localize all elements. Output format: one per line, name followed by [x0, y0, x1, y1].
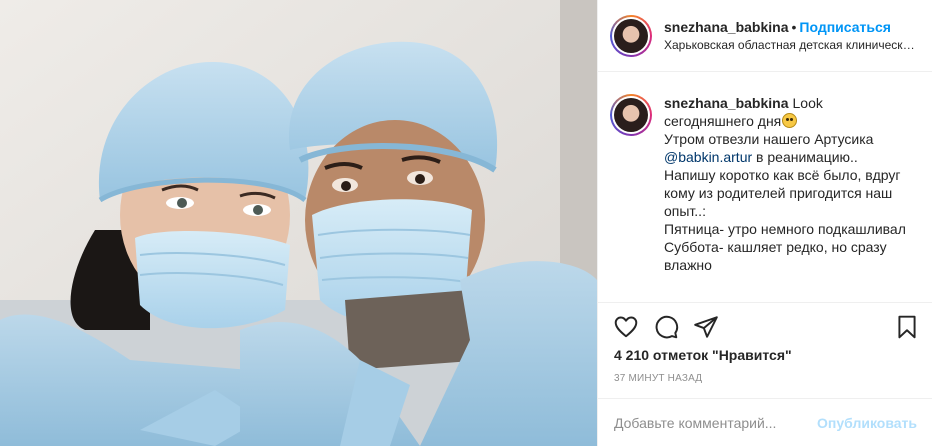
follow-button[interactable]: Подписаться: [799, 19, 891, 35]
post-caption: snezhana_babkina Look сегодняшнего дня Ут…: [664, 94, 916, 302]
comment-icon: [655, 315, 679, 338]
post-header: snezhana_babkina • Подписаться Харьковская…: [598, 0, 932, 72]
bookmark-icon: [898, 315, 916, 338]
caption-line: Утром отвезли нашего Артусика: [664, 131, 874, 147]
likes-count[interactable]: 4 210 отметок "Нравится": [614, 347, 792, 363]
header-username[interactable]: snezhana_babkina: [664, 19, 789, 35]
caption-avatar-image: [614, 98, 648, 132]
comments-area: snezhana_babkina Look сегодняшнего дня Ут…: [598, 72, 932, 302]
caption-line: Пятница- утро немного подкашливал: [664, 221, 906, 237]
header-text: snezhana_babkina • Подписаться Харьковская…: [664, 18, 929, 54]
avatar[interactable]: [610, 14, 652, 57]
share-icon: [694, 315, 718, 338]
publish-button[interactable]: Опубликовать: [817, 415, 917, 431]
like-button[interactable]: [612, 313, 640, 341]
emoji-icon: [782, 113, 798, 128]
caption-line: Суббота- кашляет редко, но сразу влажно: [664, 239, 887, 273]
comment-button[interactable]: [652, 313, 680, 341]
heart-icon: [614, 315, 638, 337]
caption-line: Напишу коротко как всё было, вдруг кому …: [664, 167, 901, 219]
save-button[interactable]: [893, 313, 921, 341]
avatar-image: [614, 18, 648, 53]
mention-link[interactable]: @babkin.artur: [664, 149, 752, 165]
location-link[interactable]: Харьковская областная детская клиническа…: [664, 36, 916, 54]
share-button[interactable]: [692, 313, 720, 341]
post-side-panel: snezhana_babkina • Подписаться Харьковская…: [597, 0, 932, 446]
caption-line: в реанимацию..: [752, 149, 858, 165]
comment-input[interactable]: [614, 414, 818, 431]
separator-dot: •: [791, 18, 797, 35]
comment-form: Опубликовать: [598, 398, 932, 446]
photo-image: [0, 0, 597, 446]
caption-avatar[interactable]: [610, 94, 652, 136]
caption-username[interactable]: snezhana_babkina: [664, 95, 789, 111]
post-photo[interactable]: [0, 0, 597, 446]
post-timestamp[interactable]: 37 минут назад: [614, 373, 702, 384]
action-bar: [598, 302, 932, 350]
